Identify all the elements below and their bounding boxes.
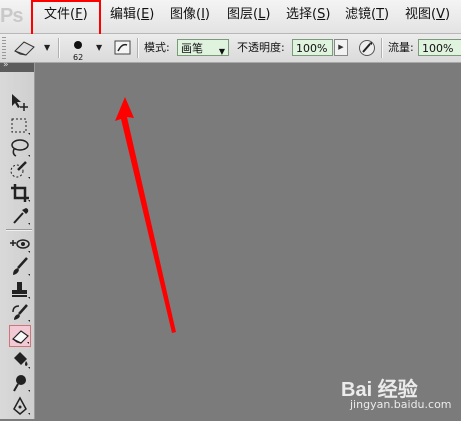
baidu-watermark-url: jingyan.baidu.com <box>350 398 452 411</box>
annotation-arrow <box>115 97 176 333</box>
